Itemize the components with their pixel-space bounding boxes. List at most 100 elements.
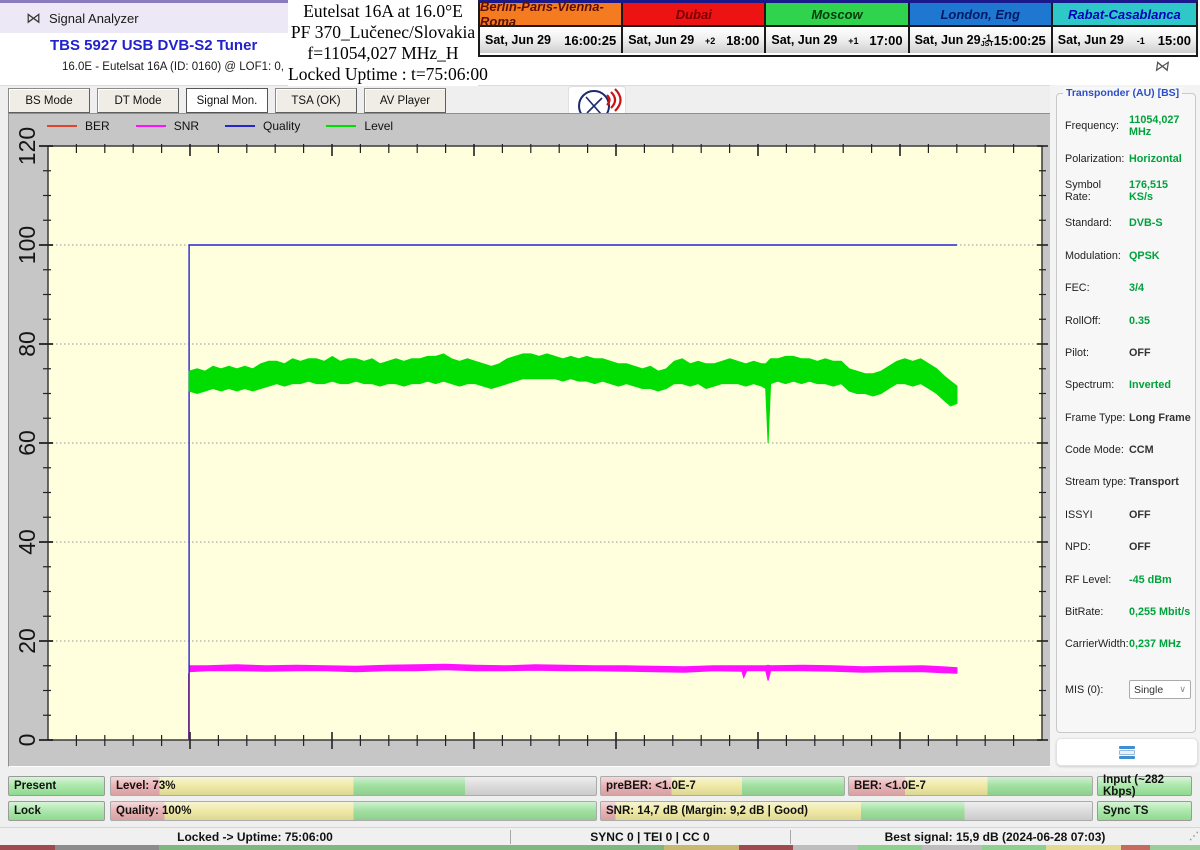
clock-time-cell: Sat, Jun 29-115:00 [1053, 27, 1196, 53]
legend-line-swatch [47, 125, 77, 127]
transponder-row-label: Pilot: [1065, 347, 1129, 359]
statusbar-uptime: Locked -> Uptime: 75:06:00 [0, 828, 510, 846]
y-axis-tick-label: 40 [14, 529, 40, 555]
transponder-row-value: OFF [1129, 347, 1151, 359]
background-window-fragment [922, 845, 982, 850]
overlay-line-uptime: Locked Uptime : t=75:06:00 [288, 64, 478, 85]
clock-city-header: Moscow [766, 3, 909, 27]
clock-time: 18:00 [726, 33, 759, 48]
resize-grip-icon[interactable]: ⋰ [1189, 831, 1198, 842]
tab-bs-mode[interactable]: BS Mode [8, 88, 90, 113]
transponder-row-label: FEC: [1065, 282, 1129, 294]
tab-av-player[interactable]: AV Player [364, 88, 446, 113]
transponder-row: Frequency:11054,027 MHz [1057, 110, 1195, 142]
list-bars-icon [1119, 746, 1135, 759]
tab-dt-mode[interactable]: DT Mode [97, 88, 179, 113]
transponder-row-label: Standard: [1065, 217, 1129, 229]
legend-line-swatch [326, 125, 356, 127]
signal-analyzer-app-icon: ⋈ [26, 9, 41, 27]
clock-time: 15:00 [1158, 33, 1191, 48]
transponder-row-label: NPD: [1065, 541, 1129, 553]
transponder-row: Modulation:QPSK [1057, 240, 1195, 272]
legend-item-snr: SNR [136, 119, 199, 133]
legend-line-swatch [136, 125, 166, 127]
transponder-row-value: 0.35 [1129, 315, 1150, 327]
clock-utc-offset [551, 39, 564, 41]
ts-list-button[interactable] [1056, 738, 1198, 766]
clock-time: 16:00:25 [564, 33, 616, 48]
overlay-line-frequency: f=11054,027 MHz_H [288, 43, 478, 64]
transponder-groupbox-title: Transponder (AU) [BS] [1063, 87, 1182, 99]
clock-utc-offset: +1 [837, 35, 869, 45]
legend-label: BER [85, 119, 110, 133]
background-app-icon: ⋈ [1154, 57, 1172, 75]
clock-city-header: London, Eng [910, 3, 1053, 27]
chevron-down-icon: ∨ [1179, 684, 1186, 695]
transponder-row-label: Spectrum: [1065, 379, 1129, 391]
transponder-row-value: CCM [1129, 444, 1154, 456]
clock-date: Sat, Jun 29 [915, 33, 981, 47]
clock-utc-offset: -1 [1124, 35, 1158, 45]
background-window-fragment [0, 845, 55, 850]
background-window-fragment [739, 845, 794, 850]
transponder-row: RF Level:-45 dBm [1057, 563, 1195, 595]
y-axis-tick-label: 0 [14, 734, 40, 747]
mis-select[interactable]: Single∨ [1129, 680, 1191, 699]
clock-city-header: Dubai [623, 3, 766, 27]
transponder-row-value: Inverted [1129, 379, 1171, 391]
clock-header-row: Berlin-Paris-Vienna-RomaDubaiMoscowLondo… [480, 3, 1196, 27]
transponder-row: FEC:3/4 [1057, 272, 1195, 304]
background-window-fragment [793, 845, 857, 850]
transponder-row-label: Code Mode: [1065, 444, 1129, 456]
y-axis-tick-label: 120 [14, 127, 40, 165]
transponder-row: Polarization:Horizontal [1057, 142, 1195, 174]
background-window-fragment [55, 845, 159, 850]
background-window-fragment [858, 845, 922, 850]
clock-date: Sat, Jun 29 [485, 33, 551, 47]
transponder-row: ISSYIOFF [1057, 499, 1195, 531]
snr-meter: SNR: 14,7 dB (Margin: 9,2 dB | Good) [600, 801, 1093, 821]
transponder-row-label: BitRate: [1065, 606, 1129, 618]
transponder-row: Frame Type:Long Frame [1057, 402, 1195, 434]
overlay-line-site: PF 370_Lučenec/Slovakia [288, 22, 478, 43]
clock-utc-offset: +2 [694, 35, 726, 45]
transponder-row-label: Stream type: [1065, 476, 1129, 488]
transponder-row-value: -45 dBm [1129, 574, 1172, 586]
tab-signal-mon-[interactable]: Signal Mon. [186, 88, 268, 113]
input-rate-indicator: Input (~282 Kbps) [1097, 776, 1192, 796]
transponder-row-label: Polarization: [1065, 153, 1129, 165]
quality-meter: Quality: 100% [110, 801, 597, 821]
background-window-fragment [1121, 845, 1151, 850]
transponder-row-label: CarrierWidth: [1065, 638, 1129, 650]
clock-time: 15:00:25 [994, 33, 1046, 48]
transponder-row-value: 0,255 Mbit/s [1129, 606, 1190, 618]
legend-label: Quality [263, 119, 300, 133]
level-meter: Level: 73% [110, 776, 597, 796]
transponder-row-value: 176,515 KS/s [1129, 179, 1195, 203]
satellite-overlay-text: Eutelsat 16A at 16.0°E PF 370_Lučenec/Sl… [288, 0, 478, 86]
signal-chart-panel: BERSNRQualityLevel 020406080100120 [8, 113, 1052, 767]
clock-time-cell: Sat, Jun 29+117:00 [766, 27, 909, 53]
transponder-row-value: 3/4 [1129, 282, 1144, 294]
tab-tsa-ok-[interactable]: TSA (OK) [275, 88, 357, 113]
background-window-fragment [1046, 845, 1120, 850]
legend-item-ber: BER [47, 119, 110, 133]
legend-label: SNR [174, 119, 199, 133]
transponder-row-value: Horizontal [1129, 153, 1182, 165]
transponder-row-value: 0,237 MHz [1129, 638, 1181, 650]
transponder-row: Code Mode:CCM [1057, 434, 1195, 466]
mode-tab-bar: BS Mode DT Mode Signal Mon. TSA (OK) AV Play… [8, 88, 446, 113]
clock-time-row: Sat, Jun 2916:00:25Sat, Jun 29+218:00Sat… [480, 27, 1196, 53]
statusbar-sync-counters: SYNC 0 | TEI 0 | CC 0 [510, 828, 790, 846]
sync-ts-indicator: Sync TS [1097, 801, 1192, 821]
clock-city-header: Berlin-Paris-Vienna-Roma [480, 3, 623, 27]
transponder-row-value: Long Frame [1129, 412, 1191, 424]
mis-row: MIS (0):Single∨ [1057, 675, 1195, 705]
overlay-line-satellite: Eutelsat 16A at 16.0°E [288, 1, 478, 22]
y-axis-tick-label: 80 [14, 331, 40, 357]
y-axis-tick-label: 20 [14, 628, 40, 654]
transponder-row: Stream type:Transport [1057, 466, 1195, 498]
transponder-row: BitRate:0,255 Mbit/s [1057, 596, 1195, 628]
signal-chart: 020406080100120 [9, 114, 1049, 764]
clock-date: Sat, Jun 29 [628, 33, 694, 47]
